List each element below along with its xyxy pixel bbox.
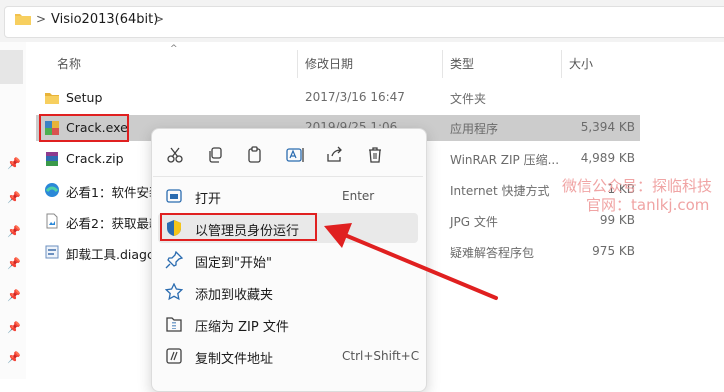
column-header-name[interactable]: 名称 (57, 52, 81, 76)
file-type: Internet 快捷方式 (450, 184, 550, 198)
file-size: 975 KB (592, 244, 635, 258)
pin-icon: 📌 (7, 351, 21, 364)
menu-item-label: 复制文件地址 (195, 352, 274, 367)
breadcrumb-chevron-icon[interactable]: > (154, 12, 164, 26)
image-file-icon (46, 213, 58, 229)
menu-item-label: 压缩为 ZIP 文件 (195, 320, 289, 335)
watermark-website: 官网：tanlkj.com (586, 196, 710, 214)
file-date: 2017/3/16 16:47 (305, 90, 405, 104)
edge-shortcut-icon (45, 183, 59, 197)
file-size: 5,394 KB (580, 120, 635, 134)
red-arrow-annotation (324, 223, 498, 300)
share-icon[interactable] (324, 146, 346, 164)
folder-icon (45, 93, 59, 104)
cut-icon[interactable] (164, 146, 186, 164)
star-icon (165, 283, 183, 301)
menu-item-label: 固定到"开始" (195, 256, 272, 271)
copy-path-icon (166, 348, 182, 364)
column-header-type[interactable]: 类型 (450, 52, 474, 76)
file-name: Setup (66, 90, 103, 105)
column-header-size[interactable]: 大小 (569, 52, 593, 76)
breadcrumb-chevron-icon: > (36, 12, 47, 26)
pin-icon: 📌 (7, 321, 21, 334)
watermark-wechat: 微信公众号：探临科技 (562, 177, 713, 195)
file-name: 必看2：获取最新 (66, 216, 162, 231)
file-size: 99 KB (599, 213, 635, 227)
file-size: 4,989 KB (580, 151, 635, 165)
folder-icon (15, 14, 31, 25)
delete-icon[interactable] (364, 146, 386, 164)
pin-icon (165, 251, 183, 269)
zip-icon (166, 317, 182, 332)
file-type: 文件夹 (450, 92, 487, 106)
nav-selected-item[interactable] (0, 50, 23, 84)
file-name: 必看1：软件安装 (66, 185, 162, 200)
pin-icon: 📌 (7, 191, 21, 204)
pin-icon: 📌 (7, 289, 21, 302)
menu-item-label: 添加到收藏夹 (195, 288, 274, 303)
copy-icon[interactable] (204, 146, 226, 164)
sort-ascending-icon: ^ (170, 44, 178, 54)
file-name: Crack.zip (66, 151, 124, 166)
menu-item-shortcut: Ctrl+Shift+C (342, 349, 420, 363)
menu-separator (153, 176, 423, 177)
diagcab-icon (45, 245, 59, 259)
highlight-box-run-as-admin (160, 213, 317, 241)
column-divider[interactable] (442, 50, 443, 78)
winrar-icon (46, 152, 58, 166)
pin-icon: 📌 (7, 257, 21, 270)
paste-icon[interactable] (244, 146, 266, 164)
breadcrumb-folder[interactable]: Visio2013(64bit) (51, 12, 158, 27)
file-type: WinRAR ZIP 压缩... (450, 153, 560, 167)
highlight-box-crack-exe (39, 114, 129, 142)
menu-item-label: 打开 (195, 192, 222, 207)
column-divider[interactable] (561, 50, 562, 78)
pin-icon: 📌 (7, 157, 21, 170)
menu-item-shortcut: Enter (342, 189, 375, 203)
pin-icon: 📌 (7, 225, 21, 238)
file-type: 应用程序 (450, 122, 499, 136)
column-header-date[interactable]: 修改日期 (305, 52, 353, 76)
rename-icon[interactable] (284, 146, 306, 164)
column-divider[interactable] (297, 50, 298, 78)
open-icon (166, 189, 182, 203)
